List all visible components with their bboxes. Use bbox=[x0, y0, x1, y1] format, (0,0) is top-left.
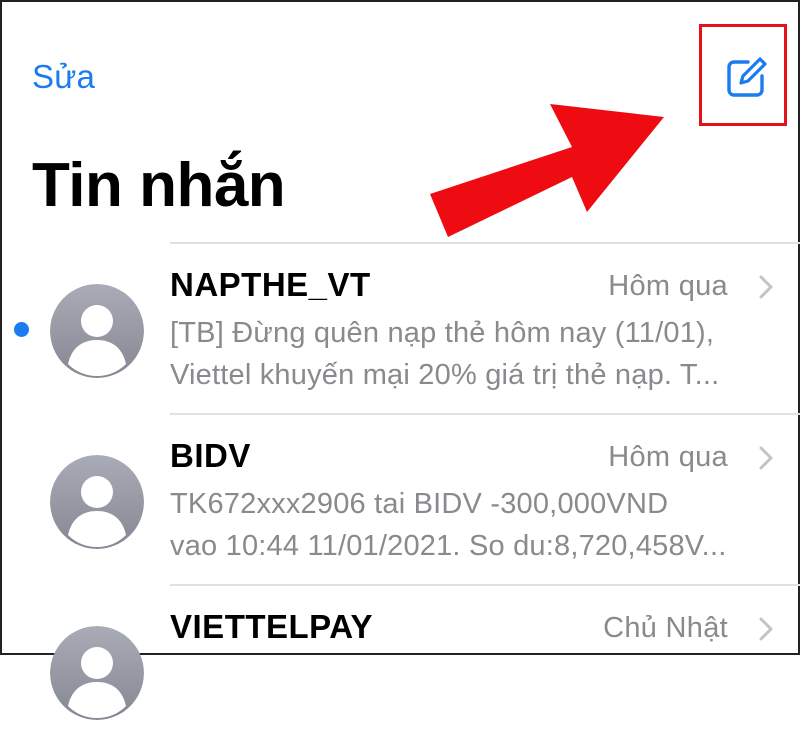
person-icon bbox=[50, 455, 144, 549]
message-preview: [TB] Đừng quên nạp thẻ hôm nay (11/01), … bbox=[170, 312, 770, 396]
row-separator bbox=[170, 242, 800, 244]
message-time: Hôm qua bbox=[608, 270, 728, 302]
preview-line: TK672xxx2906 tai BIDV -300,000VND bbox=[170, 488, 669, 520]
sender-name: NAPTHE_VT bbox=[170, 266, 371, 303]
conversation-list: NAPTHE_VT Hôm qua [TB] Đừng quên nạp thẻ… bbox=[2, 242, 800, 755]
person-icon bbox=[50, 284, 144, 378]
row-separator bbox=[170, 413, 800, 415]
compose-icon bbox=[727, 57, 767, 97]
page-title: Tin nhắn bbox=[32, 151, 286, 220]
chevron-right-icon bbox=[758, 445, 774, 471]
conversation-row[interactable]: BIDV Hôm qua TK672xxx2906 tai BIDV -300,… bbox=[2, 413, 800, 584]
chevron-right-icon bbox=[758, 616, 774, 642]
conversation-row[interactable]: VIETTELPAY Chủ Nhật bbox=[2, 584, 800, 755]
preview-line: [TB] Đừng quên nạp thẻ hôm nay (11/01), bbox=[170, 317, 715, 349]
row-separator bbox=[170, 584, 800, 586]
conversation-row[interactable]: NAPTHE_VT Hôm qua [TB] Đừng quên nạp thẻ… bbox=[2, 242, 800, 413]
preview-line bbox=[170, 654, 770, 696]
message-preview: TK672xxx2906 tai BIDV -300,000VND vao 10… bbox=[170, 483, 770, 567]
compose-button[interactable] bbox=[724, 56, 768, 100]
preview-line: Viettel khuyến mại 20% giá trị thẻ nạp. … bbox=[170, 359, 720, 391]
preview-line: vao 10:44 11/01/2021. So du:8,720,458V..… bbox=[170, 530, 727, 562]
chevron-right-icon bbox=[758, 274, 774, 300]
unread-dot bbox=[14, 322, 29, 337]
preview-line bbox=[170, 696, 770, 738]
pointer-arrow bbox=[422, 102, 682, 242]
person-icon bbox=[50, 626, 144, 720]
avatar bbox=[50, 626, 144, 720]
message-preview bbox=[170, 654, 770, 738]
sender-name: VIETTELPAY bbox=[170, 608, 374, 645]
edit-button[interactable]: Sửa bbox=[32, 58, 95, 96]
sender-name: BIDV bbox=[170, 437, 251, 474]
avatar bbox=[50, 455, 144, 549]
avatar bbox=[50, 284, 144, 378]
message-time: Hôm qua bbox=[608, 441, 728, 473]
message-time: Chủ Nhật bbox=[603, 612, 728, 644]
